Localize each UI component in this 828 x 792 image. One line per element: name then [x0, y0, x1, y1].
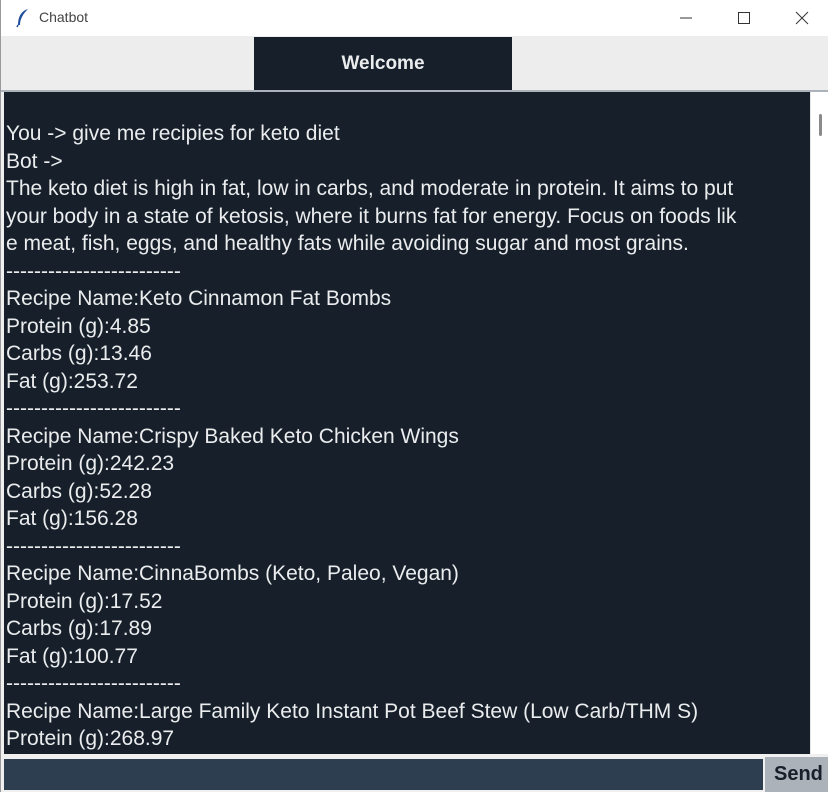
chat-transcript: You -> give me recipies for keto diet Bot…: [6, 120, 810, 753]
chat-line: Carbs (g):52.28: [6, 479, 152, 503]
close-button[interactable]: [773, 0, 828, 36]
chat-line: -------------------------: [6, 534, 181, 558]
feather-icon: [15, 8, 31, 28]
chat-line: Protein (g):4.85: [6, 314, 151, 338]
send-button[interactable]: Send: [765, 757, 828, 792]
minimize-button[interactable]: [657, 0, 715, 36]
chat-line: Protein (g):268.97: [6, 727, 175, 750]
chat-line: e meat, fish, eggs, and healthy fats whi…: [6, 232, 689, 255]
chat-line: -------------------------: [6, 259, 181, 283]
window-title: Chatbot: [39, 9, 89, 25]
chat-scrollbar[interactable]: [810, 92, 828, 754]
chat-line: Recipe Name:CinnaBombs (Keto, Paleo, Veg…: [6, 562, 459, 585]
chat-line: Fat (g):156.28: [6, 507, 138, 530]
chat-line: Recipe Name:Large Family Keto Instant Po…: [6, 699, 699, 723]
message-input[interactable]: [4, 759, 763, 790]
chat-line: -------------------------: [6, 397, 181, 420]
chat-line: The keto diet is high in fat, low in car…: [6, 177, 734, 200]
chat-line: Recipe Name:Keto Cinnamon Fat Bombs: [6, 287, 392, 310]
chat-display[interactable]: You -> give me recipies for keto diet Bot…: [4, 92, 810, 754]
chat-line: Carbs (g):17.89: [6, 617, 152, 640]
chat-line: Carbs (g):13.46: [6, 342, 152, 365]
chat-line: You -> give me recipies for keto diet: [6, 122, 340, 145]
welcome-header: Welcome: [254, 37, 512, 90]
chatbot-window: Chatbot Welcome You -> give me recipies …: [0, 0, 828, 792]
chat-line: Bot ->: [6, 149, 63, 173]
chat-line: -------------------------: [6, 672, 181, 695]
maximize-icon: [738, 12, 750, 24]
chat-line: Recipe Name:Crispy Baked Keto Chicken Wi…: [6, 424, 459, 448]
title-bar[interactable]: Chatbot: [1, 0, 828, 36]
chat-line: your body in a state of ketosis, where i…: [6, 204, 737, 228]
minimize-icon: [680, 17, 692, 19]
chat-line: Protein (g):242.23: [6, 452, 175, 475]
chat-line: Fat (g):253.72: [6, 369, 138, 393]
close-icon: [795, 11, 809, 25]
chat-line: Protein (g):17.52: [6, 589, 163, 613]
maximize-button[interactable]: [715, 0, 773, 36]
scrollbar-thumb[interactable]: [819, 114, 822, 136]
chat-line: Fat (g):100.77: [6, 644, 138, 668]
